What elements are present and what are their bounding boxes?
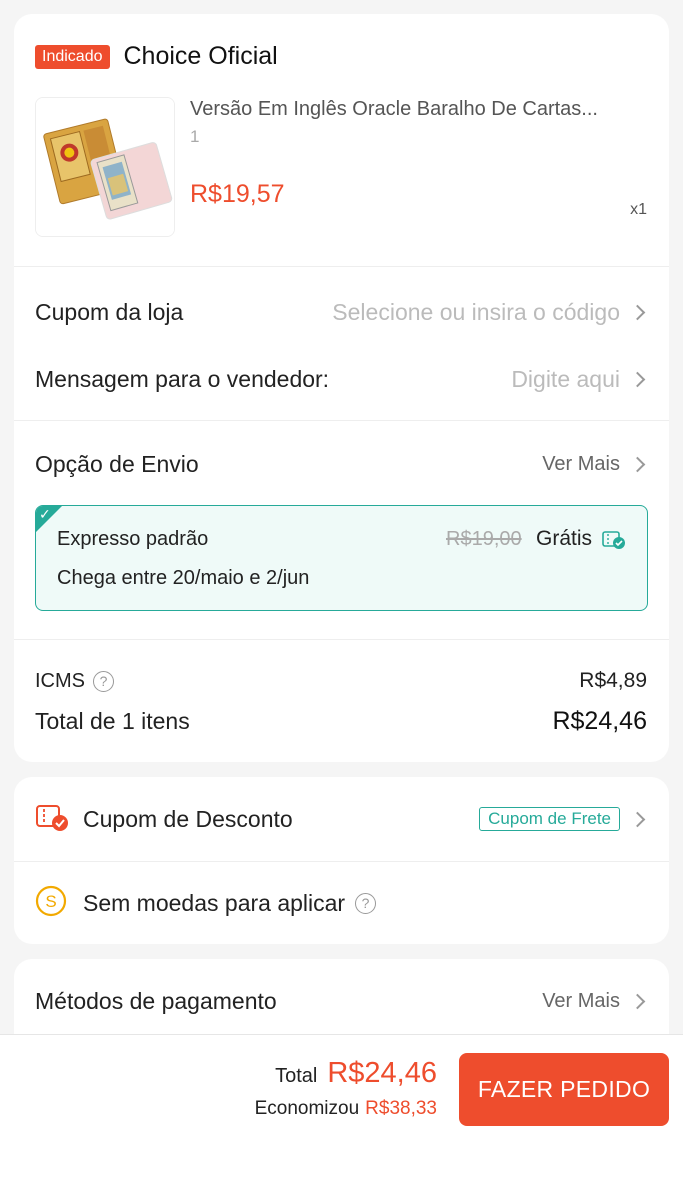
chevron-right-icon [629, 371, 646, 387]
svg-text:S: S [45, 892, 56, 911]
discount-coupon-row[interactable]: Cupom de Desconto Cupom de Frete [35, 801, 647, 837]
icms-row: ICMS ? R$4,89 [35, 666, 647, 696]
product-thumbnail[interactable] [35, 97, 175, 237]
store-coupon-placeholder: Selecione ou insira o código [332, 298, 620, 325]
shipping-option-name: Expresso padrão [57, 528, 209, 550]
order-total-value: R$24,46 [552, 706, 647, 735]
coins-row: S Sem moedas para aplicar ? [35, 885, 647, 921]
tarot-cards-image [36, 98, 174, 236]
seller-message-row[interactable]: Mensagem para o vendedor: Digite aqui [35, 361, 647, 397]
payment-methods-title: Métodos de pagamento [35, 987, 277, 1014]
product-title[interactable]: Versão Em Inglês Oracle Baralho De Carta… [190, 98, 640, 121]
chevron-right-icon [629, 304, 646, 320]
coin-icon: S [35, 885, 67, 922]
shipping-option-selected[interactable]: ✓ Expresso padrão R$19,00 Grátis Chega e… [35, 505, 648, 611]
seller-message-input[interactable]: Digite aqui [511, 366, 620, 393]
shipping-old-price: R$19,00 [446, 528, 522, 550]
checkout-bar: Total R$24,46 Economizou R$38,33 FAZER P… [0, 1034, 683, 1200]
order-total-row: Total de 1 itens R$24,46 [35, 704, 647, 738]
shop-header: Indicado Choice Oficial [35, 42, 278, 71]
shipping-price: Grátis [536, 527, 593, 550]
place-order-button[interactable]: FAZER PEDIDO [459, 1053, 669, 1126]
savings-value: R$38,33 [365, 1098, 437, 1119]
coupon-icon [35, 802, 69, 837]
seller-message-label: Mensagem para o vendedor: [35, 365, 330, 392]
icms-value: R$4,89 [579, 669, 647, 692]
chevron-right-icon [629, 811, 646, 827]
check-icon: ✓ [39, 506, 51, 522]
shipping-header-row[interactable]: Opção de Envio Ver Mais [35, 446, 647, 482]
recommended-badge: Indicado [35, 44, 110, 69]
shipping-title: Opção de Envio [35, 450, 199, 477]
chevron-right-icon [629, 993, 646, 1009]
footer-total-value: R$24,46 [327, 1057, 437, 1089]
order-total-label: Total de 1 itens [35, 707, 190, 734]
footer-total-label: Total [275, 1065, 318, 1087]
coins-label: Sem moedas para aplicar [83, 889, 346, 916]
help-icon[interactable]: ? [355, 892, 377, 914]
payment-see-more[interactable]: Ver Mais [542, 990, 620, 1013]
divider [14, 861, 669, 862]
payment-methods-row[interactable]: Métodos de pagamento Ver Mais [35, 983, 647, 1019]
divider [14, 639, 669, 640]
order-card: Indicado Choice Oficial Versão Em Inglês… [14, 14, 669, 762]
product-quantity: x1 [630, 201, 647, 218]
store-coupon-row[interactable]: Cupom da loja Selecione ou insira o códi… [35, 294, 647, 330]
product-variant: 1 [190, 127, 200, 146]
product-price: R$19,57 [190, 180, 285, 208]
coupons-card: Cupom de Desconto Cupom de Frete S Sem m… [14, 777, 669, 944]
divider [14, 420, 669, 421]
shipping-see-more[interactable]: Ver Mais [542, 453, 620, 476]
store-coupon-label: Cupom da loja [35, 298, 184, 325]
free-shipping-coupon-tag[interactable]: Cupom de Frete [479, 807, 620, 831]
shop-name[interactable]: Choice Oficial [124, 42, 278, 71]
savings-label: Economizou [254, 1098, 360, 1119]
divider [14, 266, 669, 267]
icms-label: ICMS [35, 669, 85, 692]
chevron-right-icon [629, 456, 646, 472]
shipping-eta: Chega entre 20/maio e 2/jun [57, 567, 310, 589]
help-icon[interactable]: ? [93, 670, 114, 692]
discount-coupon-label: Cupom de Desconto [83, 805, 293, 832]
free-shipping-voucher-icon [602, 530, 626, 555]
footer-total: Total R$24,46 [275, 1057, 437, 1090]
footer-savings: Economizou R$38,33 [255, 1098, 437, 1120]
